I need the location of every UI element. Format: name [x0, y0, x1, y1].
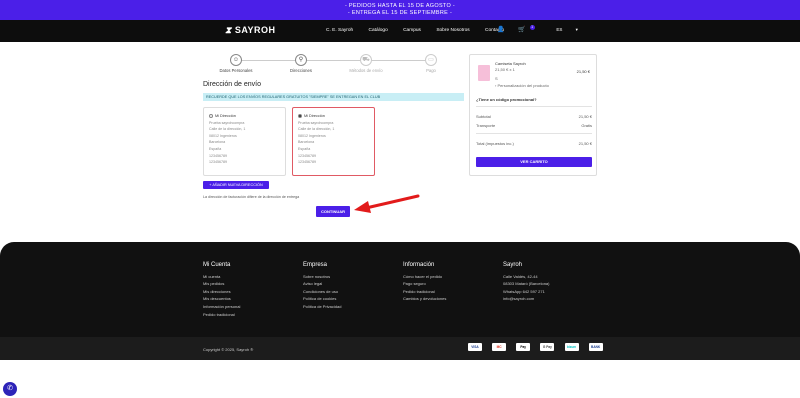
- menu-item-sobre-nosotros[interactable]: Sobre Nosotros: [436, 28, 469, 33]
- footer-link[interactable]: Política de cookies: [303, 295, 341, 303]
- footer-link[interactable]: Mis direcciones: [203, 288, 240, 296]
- menu-item-catalogo[interactable]: Catálogo: [369, 28, 388, 33]
- divider: [476, 106, 592, 107]
- bank-transfer-icon: BANK: [588, 343, 603, 351]
- top-nav: ⧗ SAYROH C. E. Sayroh Catálogo Campus Sob…: [0, 20, 800, 42]
- billing-different-link[interactable]: La dirección de facturación difiere de l…: [203, 195, 299, 199]
- footer-col-account: Mi Cuenta Mi cuenta Mis pedidos Mis dire…: [203, 262, 241, 319]
- add-address-button[interactable]: + AÑADIR NUEVA DIRECCIÓN: [203, 181, 269, 189]
- view-cart-button[interactable]: VER CARRITO: [476, 157, 592, 167]
- footer-link[interactable]: Pago seguro: [403, 280, 446, 288]
- footer-link[interactable]: Política de Privacidad: [303, 303, 341, 311]
- visa-icon: VISA: [468, 343, 482, 351]
- payment-methods: VISA MC Pay G Pay bizum BANK: [468, 343, 612, 351]
- card-icon: ▭: [425, 54, 437, 66]
- whatsapp-icon[interactable]: ✆: [3, 382, 17, 396]
- footer-link[interactable]: Mis pedidos: [203, 280, 240, 288]
- footer-link[interactable]: Pedido tradicional: [203, 311, 240, 319]
- address-radio-1[interactable]: [209, 114, 213, 118]
- location-pin-icon: ⚲: [295, 54, 307, 66]
- continue-button[interactable]: CONTINUAR: [316, 206, 350, 217]
- footer-link[interactable]: Aviso legal: [303, 280, 341, 288]
- cart-icon[interactable]: 🛒 1: [518, 25, 542, 33]
- copyright: Copyright © 2025, Sayroh ®: [203, 347, 254, 352]
- logo[interactable]: ⧗ SAYROH: [225, 25, 276, 36]
- product-qty: 21,50 € x 1: [495, 67, 515, 72]
- address-card-2-selected[interactable]: Mi Dirección Prueba sayrohcompra Calle d…: [292, 107, 375, 176]
- footer-link[interactable]: Cambios y devoluciones: [403, 295, 446, 303]
- footer: Mi Cuenta Mi cuenta Mis pedidos Mis dire…: [0, 242, 800, 337]
- step-addresses[interactable]: ⚲ Direcciones: [271, 54, 331, 73]
- product-thumbnail: [478, 65, 490, 81]
- footer-col-company: Empresa Sobre nosotros Aviso legal Condi…: [303, 262, 342, 311]
- product-name[interactable]: Camiseta Sayroh: [495, 61, 526, 66]
- promo-banner: - PEDIDOS HASTA EL 15 DE AGOSTO - - ENTR…: [0, 0, 800, 20]
- step-personal-data[interactable]: ☺ Datos Personales: [206, 54, 266, 73]
- bizum-icon: bizum: [564, 343, 579, 351]
- cart-count-badge: 1: [529, 25, 535, 30]
- footer-email[interactable]: info@sayroh.com: [503, 295, 549, 303]
- main-menu: C. E. Sayroh Catálogo Campus Sobre Nosot…: [326, 28, 518, 33]
- mastercard-icon: MC: [492, 343, 507, 351]
- section-title: Dirección de envío: [203, 81, 261, 88]
- footer-link[interactable]: Mis descuentos: [203, 295, 240, 303]
- step-shipping-methods: ⛟ Métodos de envío: [336, 54, 396, 73]
- footer-whatsapp[interactable]: WhatsApp 642 597 271: [503, 288, 549, 296]
- footer-col-contact: Sayroh Calle Valdés, 42-44 08303 Mataró …: [503, 262, 550, 303]
- personalization-link[interactable]: › Personalización del producto: [495, 83, 549, 88]
- logo-mark-icon: ⧗: [225, 25, 232, 35]
- divider: [476, 133, 592, 134]
- truck-icon: ⛟: [360, 54, 372, 66]
- nav-icons: 👤 🛒 1 ES ▾: [497, 25, 590, 33]
- address-radio-2[interactable]: [298, 114, 302, 118]
- product-price: 21,50 €: [576, 69, 590, 74]
- checkout-steps: ☺ Datos Personales ⚲ Direcciones ⛟ Métod…: [208, 54, 453, 74]
- banner-line-1: - PEDIDOS HASTA EL 15 DE AGOSTO -: [344, 2, 456, 9]
- footer-city: 08303 Mataró (Barcelona): [503, 281, 550, 287]
- footer-link[interactable]: Pedido tradicional: [403, 288, 446, 296]
- language-selector[interactable]: ES ▾: [556, 27, 578, 33]
- subtotal-row: Subtotal 21,50 €: [476, 114, 592, 119]
- footer-link[interactable]: Condiciones de uso: [303, 288, 341, 296]
- banner-line-2: - ENTREGA EL 15 DE SEPTIEMBRE -: [347, 10, 453, 16]
- menu-item-campus[interactable]: Campus: [403, 28, 421, 33]
- product-size: S: [495, 76, 498, 81]
- footer-link[interactable]: Sobre nosotros: [303, 273, 341, 281]
- shipping-notice: RECUERDE QUE LOS ENVÍOS REGULARES GRATUI…: [203, 93, 464, 101]
- promo-code-link[interactable]: ¿Tiene un código promocional?: [476, 97, 537, 102]
- footer-link[interactable]: Mi cuenta: [203, 273, 240, 281]
- total-row: Total (impuestos inc.) 21,50 €: [476, 141, 592, 146]
- user-icon[interactable]: 👤: [497, 26, 504, 33]
- menu-item-ce-sayroh[interactable]: C. E. Sayroh: [326, 28, 353, 33]
- footer-col-info: Información Cómo hacer el pedido Pago se…: [403, 262, 447, 303]
- copyright-bar: Copyright © 2025, Sayroh ® VISA MC Pay G…: [0, 337, 800, 360]
- order-summary: Camiseta Sayroh 21,50 € x 1 S › Personal…: [469, 54, 597, 176]
- user-icon: ☺: [230, 54, 242, 66]
- footer-link[interactable]: Cómo hacer el pedido: [403, 273, 446, 281]
- step-payment: ▭ Pago: [401, 54, 461, 73]
- footer-address: Calle Valdés, 42-44: [503, 273, 538, 279]
- google-pay-icon: G Pay: [540, 343, 555, 351]
- address-card-1[interactable]: Mi Dirección Prueba sayrohcompra Calle d…: [203, 107, 286, 176]
- shipping-row: Transporte Gratis: [476, 123, 592, 128]
- red-arrow-annotation: [354, 194, 420, 213]
- footer-link[interactable]: Información personal: [203, 303, 240, 311]
- apple-pay-icon: Pay: [516, 343, 531, 351]
